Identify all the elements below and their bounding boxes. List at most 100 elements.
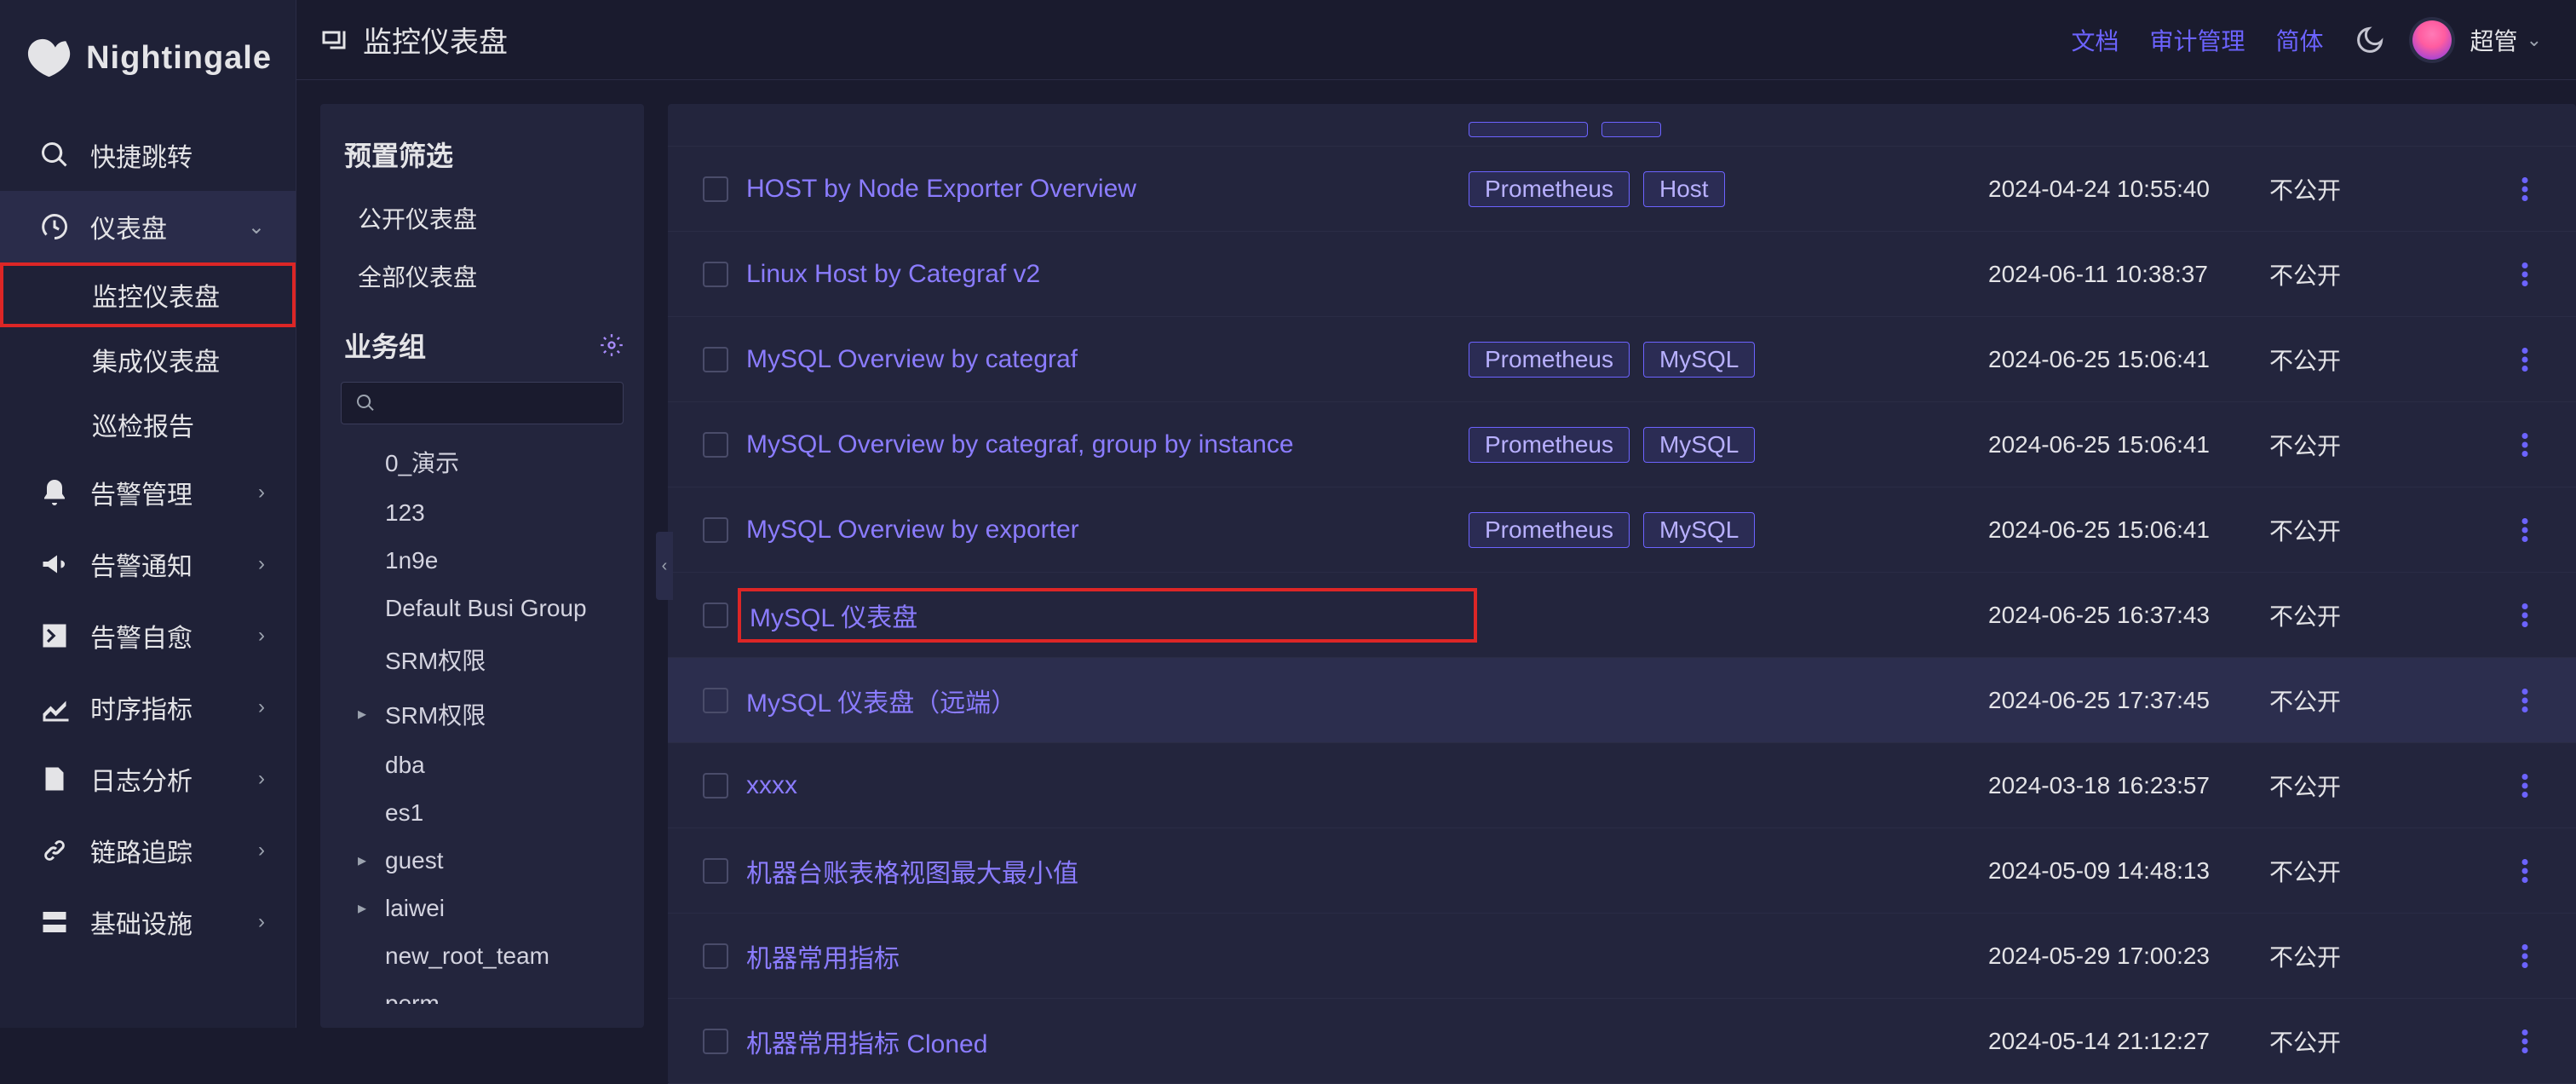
biz-item[interactable]: 123 — [320, 489, 644, 537]
row-checkbox[interactable] — [703, 517, 728, 543]
topbar-link-lang[interactable]: 简体 — [2276, 23, 2324, 57]
nav-sub-integrated-dashboard[interactable]: 集成仪表盘 — [0, 327, 296, 392]
tag[interactable]: Prometheus — [1469, 171, 1630, 207]
chevron-right-icon: › — [258, 624, 265, 648]
chevron-right-icon: › — [258, 481, 265, 505]
chart-icon — [39, 692, 70, 723]
collapse-filter-handle[interactable]: ‹ — [656, 532, 673, 600]
nav-trace[interactable]: 链路追踪 › — [0, 815, 296, 886]
nav-alert-selfheal[interactable]: 告警自愈 › — [0, 600, 296, 672]
dashboard-name-link[interactable]: MySQL Overview by exporter — [746, 516, 1469, 545]
dashboard-name-link[interactable]: 机器台账表格视图最大最小值 — [746, 852, 1469, 890]
nav-quickjump[interactable]: 快捷跳转 — [0, 119, 296, 191]
tag[interactable]: Prometheus — [1469, 512, 1630, 548]
more-actions-icon[interactable] — [2521, 774, 2528, 798]
nav-dashboards[interactable]: 仪表盘 ⌄ — [0, 191, 296, 262]
dashboard-title-icon — [319, 25, 349, 55]
tag[interactable]: MySQL — [1643, 342, 1755, 378]
more-actions-icon[interactable] — [2521, 518, 2528, 542]
chevron-down-icon: ⌄ — [248, 215, 265, 239]
tag[interactable]: Host — [1643, 171, 1725, 207]
row-checkbox[interactable] — [703, 176, 728, 202]
dashboard-icon — [39, 211, 70, 242]
nav-sub-monitor-dashboard[interactable]: 监控仪表盘 — [0, 262, 296, 327]
theme-toggle-icon[interactable] — [2355, 25, 2385, 55]
biz-item[interactable]: ▸guest — [320, 837, 644, 885]
tag[interactable]: Prometheus — [1469, 427, 1630, 463]
server-icon — [39, 907, 70, 937]
table-row: HOST by Node Exporter OverviewPrometheus… — [668, 147, 2576, 232]
more-actions-icon[interactable] — [2521, 603, 2528, 627]
nav-log-analysis[interactable]: 日志分析 › — [0, 743, 296, 815]
filter-item-all[interactable]: 全部仪表盘 — [320, 247, 644, 305]
more-actions-icon[interactable] — [2521, 262, 2528, 286]
dashboard-name-link[interactable]: MySQL 仪表盘（远端） — [746, 682, 1469, 719]
dashboard-name-link[interactable]: MySQL 仪表盘 — [746, 597, 1469, 634]
biz-item[interactable]: es1 — [320, 789, 644, 837]
row-checkbox[interactable] — [703, 603, 728, 628]
row-checkbox[interactable] — [703, 943, 728, 969]
dashboard-tags: Prometheus MySQL — [1469, 342, 1988, 378]
more-actions-icon[interactable] — [2521, 944, 2528, 968]
row-checkbox[interactable] — [703, 262, 728, 287]
dashboard-name-link[interactable]: MySQL Overview by categraf, group by ins… — [746, 430, 1469, 459]
more-actions-icon[interactable] — [2521, 433, 2528, 457]
more-actions-icon[interactable] — [2521, 348, 2528, 372]
more-actions-icon[interactable] — [2521, 859, 2528, 883]
dashboard-name-link[interactable]: 机器常用指标 — [746, 937, 1469, 975]
row-checkbox[interactable] — [703, 432, 728, 458]
more-actions-icon[interactable] — [2521, 1029, 2528, 1053]
expand-icon: ▸ — [358, 703, 366, 724]
dashboard-tags: Prometheus Host — [1469, 171, 1988, 207]
biz-item[interactable]: new_root_team — [320, 932, 644, 980]
row-checkbox[interactable] — [703, 1029, 728, 1054]
dashboard-tags: Prometheus MySQL — [1469, 427, 1988, 463]
biz-item-label: Default Busi Group — [385, 595, 587, 622]
user-menu[interactable]: 超管 ⌄ — [2470, 23, 2542, 57]
table-row: 机器常用指标2024-05-29 17:00:23不公开 — [668, 914, 2576, 999]
dashboard-table: HOST by Node Exporter OverviewPrometheus… — [668, 104, 2576, 1084]
row-checkbox[interactable] — [703, 347, 728, 372]
dashboard-name-link[interactable]: Linux Host by Categraf v2 — [746, 260, 1469, 289]
dashboard-name-link[interactable]: xxxx — [746, 771, 1469, 800]
logo[interactable]: Nightingale — [0, 0, 296, 119]
tag[interactable]: MySQL — [1643, 427, 1755, 463]
biz-item-label: new_root_team — [385, 943, 549, 970]
dashboard-name-link[interactable]: MySQL Overview by categraf — [746, 345, 1469, 374]
topbar-link-audit[interactable]: 审计管理 — [2150, 23, 2245, 57]
dashboard-updated-time: 2024-06-25 15:06:41 — [1988, 431, 2269, 458]
avatar[interactable] — [2412, 20, 2452, 60]
row-checkbox[interactable] — [703, 858, 728, 884]
biz-item-label: SRM权限 — [385, 643, 486, 677]
biz-item[interactable]: 1n9e — [320, 537, 644, 585]
biz-item[interactable]: SRM权限 — [320, 632, 644, 687]
biz-item[interactable]: dba — [320, 741, 644, 789]
biz-item[interactable]: 0_演示 — [320, 435, 644, 489]
gear-icon[interactable] — [600, 333, 624, 357]
nav-sub-inspection-report[interactable]: 巡检报告 — [0, 392, 296, 457]
filter-item-public[interactable]: 公开仪表盘 — [320, 189, 644, 247]
nav-alert-notify[interactable]: 告警通知 › — [0, 528, 296, 600]
row-checkbox[interactable] — [703, 688, 728, 713]
logo-text: Nightingale — [86, 40, 272, 77]
dashboard-name-link[interactable]: HOST by Node Exporter Overview — [746, 175, 1469, 204]
biz-item-label: guest — [385, 847, 444, 874]
nav-ts-metrics[interactable]: 时序指标 › — [0, 672, 296, 743]
biz-item[interactable]: ▸laiwei — [320, 885, 644, 932]
megaphone-icon — [39, 549, 70, 579]
dashboard-updated-time: 2024-06-25 17:37:45 — [1988, 687, 2269, 714]
more-actions-icon[interactable] — [2521, 689, 2528, 712]
tag[interactable]: MySQL — [1643, 512, 1755, 548]
biz-item[interactable]: Default Busi Group — [320, 585, 644, 632]
tag[interactable]: Prometheus — [1469, 342, 1630, 378]
topbar-link-docs[interactable]: 文档 — [2072, 23, 2119, 57]
row-checkbox[interactable] — [703, 773, 728, 799]
biz-search-input[interactable] — [341, 382, 624, 424]
biz-item-label: es1 — [385, 799, 423, 827]
nav-alert-manage[interactable]: 告警管理 › — [0, 457, 296, 528]
nav-infra[interactable]: 基础设施 › — [0, 886, 296, 958]
biz-item[interactable]: ▸SRM权限 — [320, 687, 644, 741]
biz-item[interactable]: perm — [320, 980, 644, 1004]
dashboard-name-link[interactable]: 机器常用指标 Cloned — [746, 1023, 1469, 1060]
more-actions-icon[interactable] — [2521, 177, 2528, 201]
